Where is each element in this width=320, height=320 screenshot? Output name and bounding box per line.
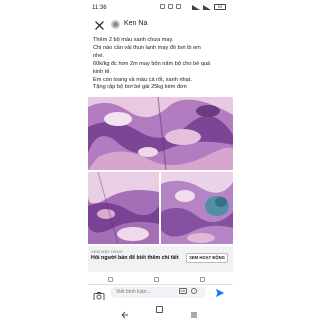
- nav-home-button[interactable]: [156, 306, 163, 313]
- status-bar: 11:36 69: [0, 0, 320, 16]
- signal-icon: [192, 4, 200, 10]
- post-header: Ken Na: [88, 16, 232, 34]
- post-text: Thêm 2 bộ màu xanh chưa may. Chị nào cần…: [93, 37, 233, 92]
- share-icon: [200, 277, 205, 282]
- send-icon: [215, 288, 225, 298]
- fabric-photo-image: [161, 172, 233, 244]
- fabric-photo-main[interactable]: [88, 97, 233, 170]
- wifi-icon: [203, 4, 211, 10]
- post-actions: [88, 274, 233, 284]
- post-text-line: Chị nào cần vải thun lạnh may đồ bơi ib …: [93, 44, 201, 51]
- notification-icon: [168, 4, 173, 9]
- post-text-line: Em còn loang và màu cà rốt, xanh nhạt.: [93, 76, 192, 83]
- share-button[interactable]: [200, 277, 205, 282]
- back-icon: [121, 311, 128, 319]
- close-button[interactable]: [92, 18, 106, 32]
- comment-icon: [154, 277, 159, 282]
- camera-button[interactable]: [93, 288, 105, 301]
- notification-icon: [160, 4, 165, 9]
- author-name[interactable]: Ken Na: [124, 20, 147, 27]
- comment-bar: Viết bình luận... GIF: [88, 284, 233, 301]
- avatar[interactable]: [111, 20, 120, 29]
- battery-icon: 69: [214, 4, 226, 10]
- messenger-icon: [176, 4, 181, 9]
- sponsored-ad[interactable]: XEM MẶT HÀNG Hỏi người bán để biết thêm …: [88, 246, 233, 272]
- nav-back-button[interactable]: [121, 306, 129, 319]
- like-button[interactable]: [108, 277, 113, 282]
- ad-title[interactable]: Hỏi người bán để biết thêm chi tiết: [91, 255, 183, 262]
- post-text-line: 60k/kg đc hơn 2m may bốn năm bộ cho bé q…: [93, 60, 211, 67]
- comment-button[interactable]: [154, 277, 159, 282]
- fabric-photo-image: [88, 172, 159, 244]
- send-button[interactable]: [213, 287, 227, 299]
- menu-icon: [191, 312, 197, 318]
- like-icon: [108, 277, 113, 282]
- fabric-photo-3[interactable]: [161, 172, 233, 244]
- ad-cta-button[interactable]: XEM HOẠT ĐỘNG: [186, 253, 228, 263]
- fabric-photo-image: [88, 97, 233, 170]
- post-text-line: kinh tế.: [93, 68, 112, 75]
- nav-recent-button[interactable]: [190, 306, 198, 318]
- notification-icons: [160, 4, 181, 9]
- system-nav-bar: [0, 300, 320, 320]
- fabric-photo-2[interactable]: [88, 172, 159, 244]
- system-icons: 69: [192, 4, 226, 10]
- ad-sponsor-label: XEM MẶT HÀNG: [91, 249, 124, 254]
- gif-button[interactable]: GIF: [179, 288, 187, 294]
- emoji-icon[interactable]: [191, 288, 197, 294]
- post-text-line: Thêm 2 bộ màu xanh chưa may.: [93, 37, 174, 43]
- post-text-line: nhé.: [93, 52, 104, 59]
- post-text-line: Tặng rập bộ bơi bé gái 25kg kèm đơn: [93, 84, 187, 91]
- close-icon: [94, 20, 104, 30]
- status-time: 11:36: [92, 5, 107, 11]
